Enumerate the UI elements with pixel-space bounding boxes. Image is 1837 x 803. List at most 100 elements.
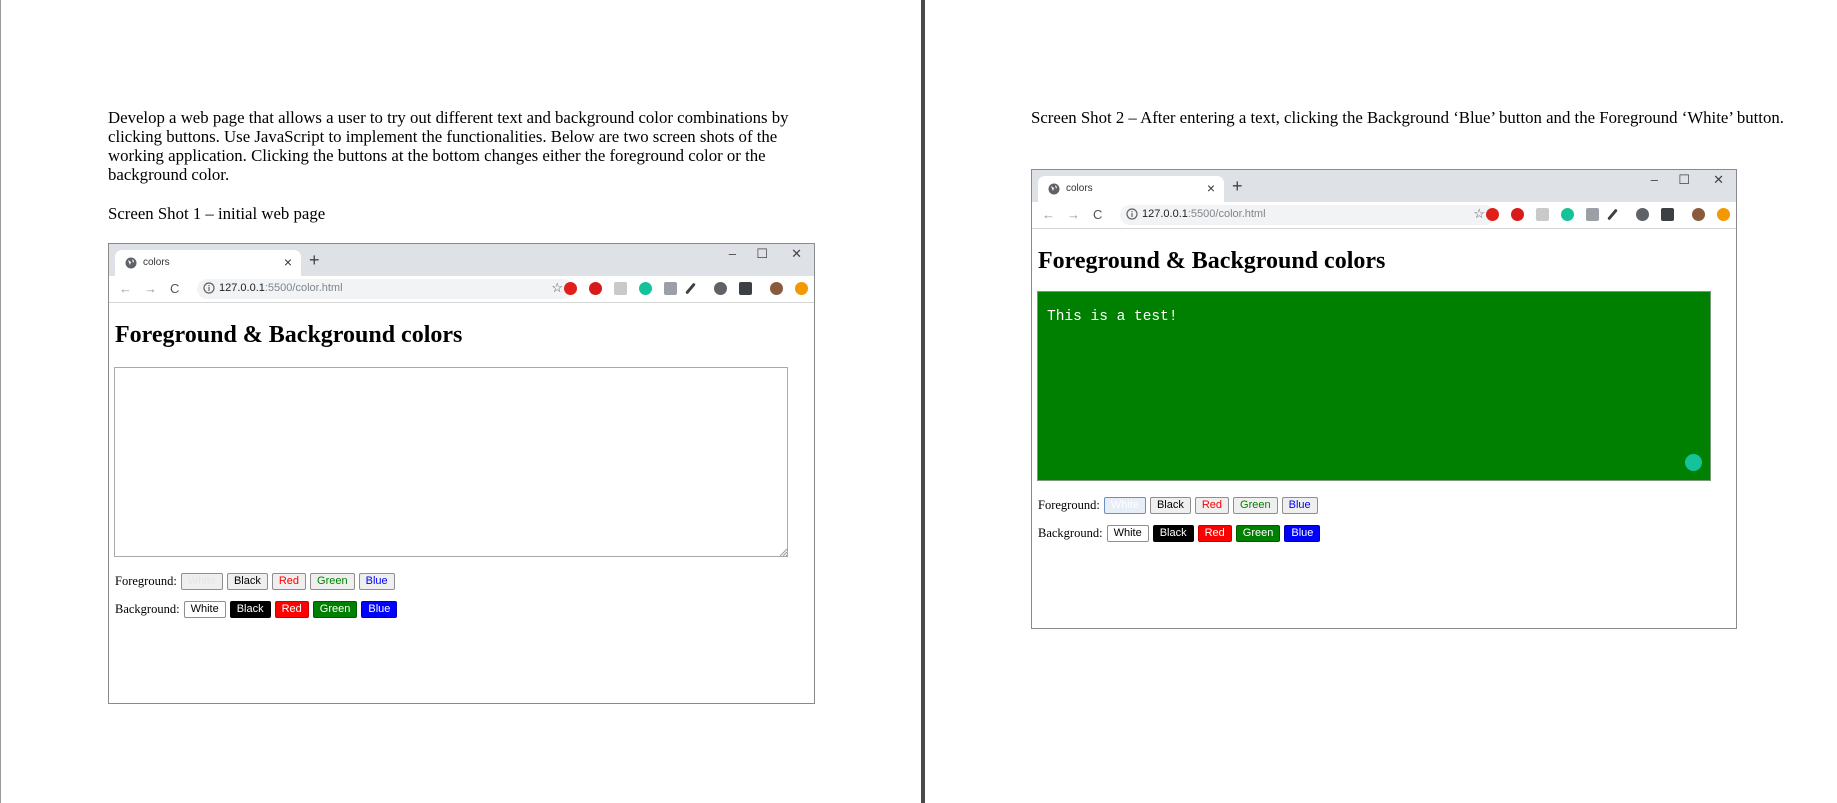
background-white-button[interactable]: White	[1106, 525, 1149, 542]
foreground-black-button[interactable]: Black	[226, 573, 268, 590]
background-row: Background: White Black Red Green Blue	[115, 601, 401, 618]
browser-toolbar: ← → C 127.0.0.1:5500/color.html ☆	[109, 276, 814, 303]
foreground-row: Foreground: White Black Red Green Blue	[1038, 497, 1322, 514]
text-area[interactable]: This is a test!	[1037, 291, 1711, 481]
background-row: Background: White Black Red Green Blue	[1038, 525, 1324, 542]
foreground-green-button[interactable]: Green	[310, 573, 355, 590]
foreground-blue-button[interactable]: Blue	[1281, 497, 1318, 514]
background-black-button[interactable]: Black	[229, 601, 271, 618]
text-area[interactable]	[114, 367, 788, 557]
foreground-row: Foreground: White Black Red Green Blue	[115, 573, 399, 590]
minimize-button[interactable]: –	[729, 246, 736, 261]
adblock-icon[interactable]	[589, 282, 602, 295]
page-heading: Foreground & Background colors	[115, 322, 463, 348]
screenshot2-caption: Screen Shot 2 – After entering a text, c…	[1031, 108, 1784, 127]
info-icon	[203, 282, 215, 294]
tab-strip: colors × + – ☐ ✕	[1032, 170, 1736, 202]
forward-button[interactable]: →	[1067, 207, 1080, 222]
grammarly-badge-icon[interactable]	[1685, 454, 1702, 471]
info-icon	[1126, 208, 1138, 220]
foreground-white-button[interactable]: White	[1103, 497, 1146, 514]
tab-close-icon[interactable]: ×	[1207, 180, 1215, 196]
tab-title: colors	[143, 257, 170, 268]
back-button[interactable]: ←	[119, 281, 132, 296]
foreground-red-button[interactable]: Red	[271, 573, 307, 590]
reload-button[interactable]: C	[1093, 207, 1102, 222]
foreground-white-button[interactable]: White	[180, 573, 223, 590]
document-icon[interactable]	[614, 282, 627, 295]
browser-tab[interactable]: colors ×	[1038, 176, 1224, 202]
alert-icon[interactable]	[795, 282, 808, 295]
pen-icon[interactable]	[685, 282, 696, 295]
grammarly-icon[interactable]	[639, 282, 652, 295]
avatar-icon[interactable]	[1692, 208, 1705, 221]
background-black-button[interactable]: Black	[1152, 525, 1194, 542]
url-text: 127.0.0.1:5500/color.html	[219, 282, 343, 294]
address-bar[interactable]: 127.0.0.1:5500/color.html ☆	[197, 279, 573, 299]
minimize-button[interactable]: –	[1651, 172, 1658, 187]
document-icon[interactable]	[1536, 208, 1549, 221]
background-label: Background:	[1038, 526, 1103, 540]
contrast-icon[interactable]	[714, 282, 727, 295]
resize-grip-icon[interactable]	[779, 548, 787, 556]
tab-title: colors	[1066, 183, 1093, 194]
url-path: :5500/color.html	[264, 282, 343, 294]
opera-icon[interactable]	[564, 282, 577, 295]
new-tab-button[interactable]: +	[1232, 176, 1243, 197]
background-blue-button[interactable]: Blue	[1284, 525, 1321, 542]
bookmark-star-icon[interactable]: ☆	[1473, 206, 1485, 222]
foreground-label: Foreground:	[115, 574, 177, 588]
tab-close-icon[interactable]: ×	[284, 254, 292, 270]
background-red-button[interactable]: Red	[1197, 525, 1232, 542]
close-window-button[interactable]: ✕	[791, 246, 802, 262]
globe-icon	[125, 257, 137, 269]
foreground-blue-button[interactable]: Blue	[358, 573, 395, 590]
grammarly-icon[interactable]	[1561, 208, 1574, 221]
contrast-icon[interactable]	[1636, 208, 1649, 221]
url-host: 127.0.0.1	[1142, 208, 1188, 220]
cube-icon[interactable]	[739, 282, 752, 295]
globe-icon	[1048, 183, 1060, 195]
reload-button[interactable]: C	[170, 281, 179, 296]
background-red-button[interactable]: Red	[274, 601, 309, 618]
background-green-button[interactable]: Green	[1235, 525, 1281, 542]
url-text: 127.0.0.1:5500/color.html	[1142, 208, 1266, 220]
background-green-button[interactable]: Green	[312, 601, 358, 618]
opera-icon[interactable]	[1486, 208, 1499, 221]
page-heading: Foreground & Background colors	[1038, 248, 1386, 274]
new-tab-button[interactable]: +	[309, 250, 320, 271]
maximize-button[interactable]: ☐	[1678, 172, 1690, 188]
intro-paragraph: Develop a web page that allows a user to…	[108, 108, 789, 184]
foreground-green-button[interactable]: Green	[1233, 497, 1278, 514]
pen-icon[interactable]	[1607, 208, 1618, 221]
foreground-black-button[interactable]: Black	[1149, 497, 1191, 514]
eyedropper-icon[interactable]	[664, 282, 677, 295]
url-path: :5500/color.html	[1187, 208, 1266, 220]
address-bar[interactable]: 127.0.0.1:5500/color.html ☆	[1120, 205, 1495, 225]
background-label: Background:	[115, 602, 180, 616]
background-blue-button[interactable]: Blue	[361, 601, 398, 618]
bookmark-star-icon[interactable]: ☆	[551, 280, 563, 296]
background-white-button[interactable]: White	[183, 601, 226, 618]
back-button[interactable]: ←	[1042, 207, 1055, 222]
browser-window-1: colors × + – ☐ ✕ ← → C 127.0.0.1:5500/co…	[108, 243, 815, 704]
page-content: Foreground & Background colors Foregroun…	[109, 303, 814, 703]
eyedropper-icon[interactable]	[1586, 208, 1599, 221]
tab-strip: colors × + – ☐ ✕	[109, 244, 814, 276]
maximize-button[interactable]: ☐	[756, 246, 768, 262]
screenshot1-caption: Screen Shot 1 – initial web page	[108, 204, 326, 223]
right-page: Screen Shot 2 – After entering a text, c…	[925, 0, 1837, 803]
cube-icon[interactable]	[1661, 208, 1674, 221]
foreground-label: Foreground:	[1038, 498, 1100, 512]
browser-window-2: colors × + – ☐ ✕ ← → C 127.0.0.1:5500/co…	[1031, 169, 1737, 629]
adblock-icon[interactable]	[1511, 208, 1524, 221]
forward-button[interactable]: →	[144, 281, 157, 296]
browser-toolbar: ← → C 127.0.0.1:5500/color.html ☆	[1032, 202, 1736, 229]
browser-tab[interactable]: colors ×	[115, 250, 301, 276]
url-host: 127.0.0.1	[219, 282, 265, 294]
avatar-icon[interactable]	[770, 282, 783, 295]
page-content: Foreground & Background colors This is a…	[1032, 229, 1736, 628]
foreground-red-button[interactable]: Red	[1194, 497, 1230, 514]
alert-icon[interactable]	[1717, 208, 1730, 221]
close-window-button[interactable]: ✕	[1713, 172, 1724, 188]
